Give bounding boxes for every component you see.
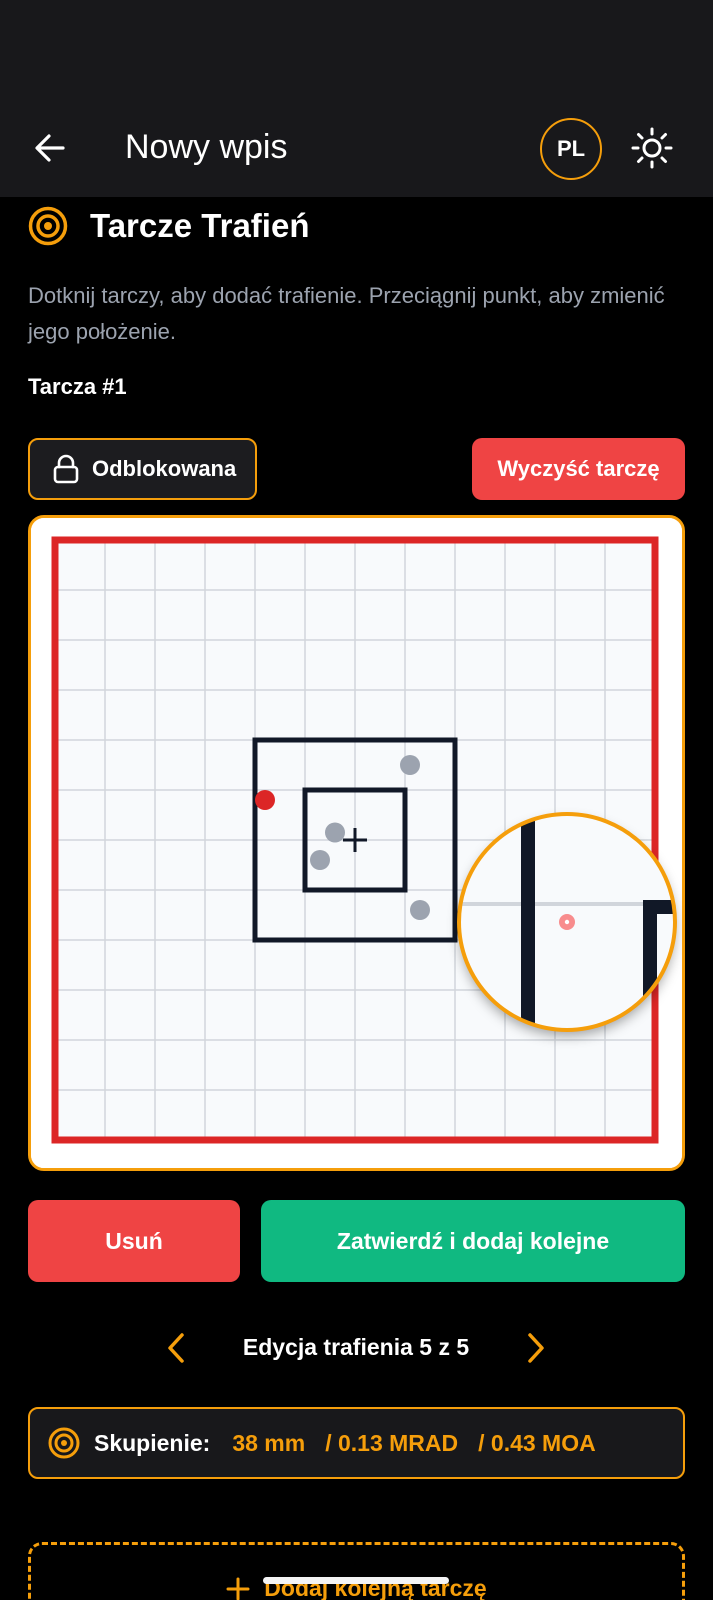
clear-target-button[interactable]: Wyczyść tarczę xyxy=(472,438,685,500)
page-title: Nowy wpis xyxy=(125,128,288,166)
theme-toggle-button[interactable] xyxy=(628,124,676,172)
chevron-right-icon xyxy=(528,1333,544,1363)
shot-marker[interactable] xyxy=(325,822,345,843)
shot-marker-active[interactable] xyxy=(255,790,275,810)
target-icon xyxy=(28,206,68,246)
delete-shot-button[interactable]: Usuń xyxy=(28,1200,240,1282)
chevron-left-icon xyxy=(168,1333,184,1363)
next-shot-button[interactable] xyxy=(514,1322,558,1374)
section-header: Tarcze Trafień xyxy=(28,206,309,246)
back-button[interactable] xyxy=(26,124,74,172)
lock-toggle-label: Odblokowana xyxy=(92,456,237,481)
grouping-summary: Skupienie: 38 mm / 0.13 MRAD / 0.43 MOA xyxy=(28,1407,685,1479)
unlock-icon xyxy=(53,454,79,484)
grouping-mrad: / 0.13 MRAD xyxy=(325,1429,459,1456)
shot-marker[interactable] xyxy=(410,900,430,920)
target-canvas[interactable] xyxy=(28,515,685,1171)
shot-marker[interactable] xyxy=(310,850,330,870)
section-title: Tarcze Trafień xyxy=(90,207,310,244)
status-bar xyxy=(0,0,713,100)
sun-icon xyxy=(631,127,673,169)
home-indicator[interactable] xyxy=(263,1577,449,1584)
target-drawing xyxy=(31,518,682,1168)
grouping-label: Skupienie: xyxy=(94,1429,211,1456)
grouping-mm: 38 mm xyxy=(232,1429,306,1456)
target-label: Tarcza #1 xyxy=(28,374,127,399)
plus-icon xyxy=(226,1577,250,1600)
shot-pager: Edycja trafienia 5 z 5 xyxy=(0,1322,713,1374)
grouping-moa: / 0.43 MOA xyxy=(478,1429,596,1456)
language-button[interactable]: PL xyxy=(540,118,602,180)
shot-marker[interactable] xyxy=(400,755,420,775)
shot-pager-label: Edycja trafienia 5 z 5 xyxy=(242,1334,470,1360)
prev-shot-button[interactable] xyxy=(154,1322,198,1374)
arrow-left-icon xyxy=(35,134,65,162)
confirm-add-next-button[interactable]: Zatwierdź i dodaj kolejne xyxy=(261,1200,685,1282)
add-target-button[interactable]: Dodaj kolejną tarczę xyxy=(28,1542,685,1600)
instruction-text: Dotknij tarczy, aby dodać trafienie. Prz… xyxy=(28,283,665,344)
app-bar: Nowy wpis PL xyxy=(0,100,713,197)
lock-toggle-button[interactable]: Odblokowana xyxy=(28,438,257,500)
target-icon xyxy=(48,1427,80,1459)
